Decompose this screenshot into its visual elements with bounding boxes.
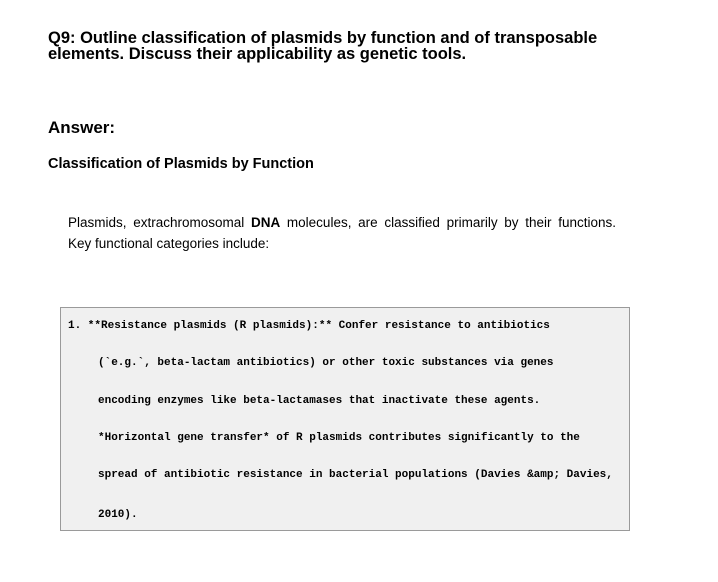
- code-line-5: spread of antibiotic resistance in bacte…: [98, 469, 613, 481]
- answer-heading: Answer:: [48, 118, 116, 137]
- question-line-2: elements. Discuss their applicability as…: [48, 45, 467, 63]
- code-block: [60, 307, 630, 531]
- code-line-4: *Horizontal gene transfer* of R plasmids…: [98, 432, 580, 444]
- paragraph-text-1: Plasmids, extrachromosomal: [68, 215, 251, 230]
- code-line-2: (`e.g.`, beta-lactam antibiotics) or oth…: [98, 357, 554, 369]
- question-heading: Q9: Outline classification of plasmids b…: [48, 29, 648, 63]
- section-heading: Classification of Plasmids by Function: [48, 156, 314, 172]
- intro-paragraph: Plasmids, extrachromosomal DNA molecules…: [68, 212, 616, 254]
- code-line-1: 1. **Resistance plasmids (R plasmids):**…: [68, 320, 550, 332]
- paragraph-bold-dna: DNA: [250, 215, 281, 230]
- code-line-6: 2010).: [98, 509, 138, 521]
- code-line-3: encoding enzymes like beta-lactamases th…: [98, 395, 541, 407]
- question-line-1: Q9: Outline classification of plasmids b…: [48, 29, 598, 47]
